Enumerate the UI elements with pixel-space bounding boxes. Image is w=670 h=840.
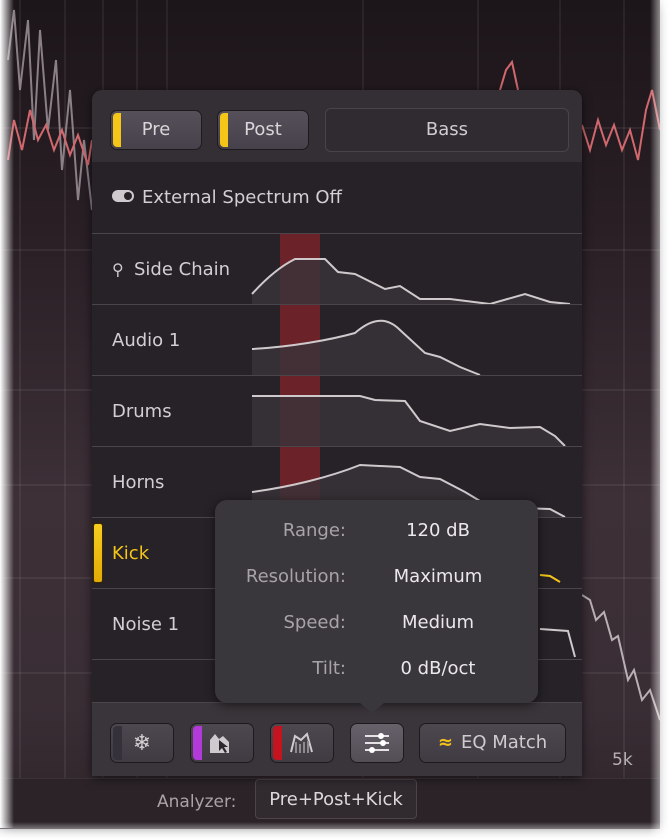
range-value[interactable]: 120 dB [363, 520, 513, 541]
spectrum-grab-button[interactable] [190, 723, 254, 763]
edge-fade [650, 0, 670, 840]
sliders-icon [351, 724, 403, 762]
eq-match-label: EQ Match [460, 732, 548, 753]
analyzer-label: Analyzer: [157, 792, 237, 812]
spectrum-grab-icon [191, 724, 253, 762]
freeze-button[interactable]: ❄ [110, 723, 174, 763]
sidechain-icon: ⚲ [112, 260, 124, 279]
analyzer-mode-dropdown[interactable]: Pre+Post+Kick [255, 779, 417, 819]
source-name: Side Chain [134, 259, 231, 280]
analyzer-settings-button[interactable] [350, 723, 404, 763]
source-name: Horns [112, 472, 165, 493]
edge-fade [0, 822, 670, 840]
eq-match-button[interactable]: ≈ EQ Match [419, 723, 566, 763]
source-label: ⚲ Side Chain [112, 234, 230, 305]
external-spectrum-row[interactable]: External Spectrum Off [92, 162, 582, 233]
pre-button[interactable]: Pre [110, 110, 202, 150]
tilt-value[interactable]: 0 dB/oct [363, 658, 513, 679]
source-row-audio-1[interactable]: Audio 1 [92, 304, 582, 376]
approx-icon: ≈ [437, 732, 453, 753]
analyzer-settings-popup: Range: 120 dB Resolution: Maximum Speed:… [215, 500, 538, 713]
source-row-side-chain[interactable]: ⚲ Side Chain [92, 233, 582, 305]
source-name: Noise 1 [112, 614, 180, 635]
source-spectrum [252, 376, 582, 447]
selected-indicator [94, 524, 102, 582]
post-led-indicator [220, 113, 228, 147]
source-name: Drums [112, 401, 172, 422]
tilt-setting[interactable]: Tilt: 0 dB/oct [215, 658, 538, 688]
range-label: Range: [282, 520, 346, 541]
panel-header: Pre Post Bass [92, 90, 582, 162]
range-setting[interactable]: Range: 120 dB [215, 520, 538, 550]
panel-toolbar: ❄ ≈ EQ Match [92, 702, 582, 776]
tilt-label: Tilt: [312, 658, 346, 679]
external-spectrum-label: External Spectrum Off [142, 187, 342, 208]
edge-fade [0, 0, 14, 828]
resolution-value[interactable]: Maximum [363, 566, 513, 587]
source-name: Audio 1 [112, 330, 181, 351]
post-button[interactable]: Post [217, 110, 309, 150]
speed-setting[interactable]: Speed: Medium [215, 612, 538, 642]
resolution-label: Resolution: [245, 566, 346, 587]
source-spectrum [251, 305, 582, 376]
toggle-icon [112, 190, 134, 202]
source-row-drums[interactable]: Drums [92, 375, 582, 447]
peak-hold-button[interactable] [270, 723, 334, 763]
pre-button-label: Pre [141, 119, 171, 140]
speed-value[interactable]: Medium [363, 612, 513, 633]
pre-led-indicator [113, 113, 121, 147]
resolution-setting[interactable]: Resolution: Maximum [215, 566, 538, 596]
instance-name-field[interactable]: Bass [325, 108, 569, 152]
peak-hold-icon [271, 724, 333, 762]
speed-label: Speed: [283, 612, 347, 633]
source-name: Kick [112, 543, 150, 564]
post-button-label: Post [244, 119, 282, 140]
snowflake-icon: ❄ [132, 730, 152, 756]
source-spectrum [251, 234, 582, 305]
external-spectrum-toggle[interactable]: External Spectrum Off [112, 162, 342, 233]
frequency-label-5k: 5k [612, 750, 633, 770]
